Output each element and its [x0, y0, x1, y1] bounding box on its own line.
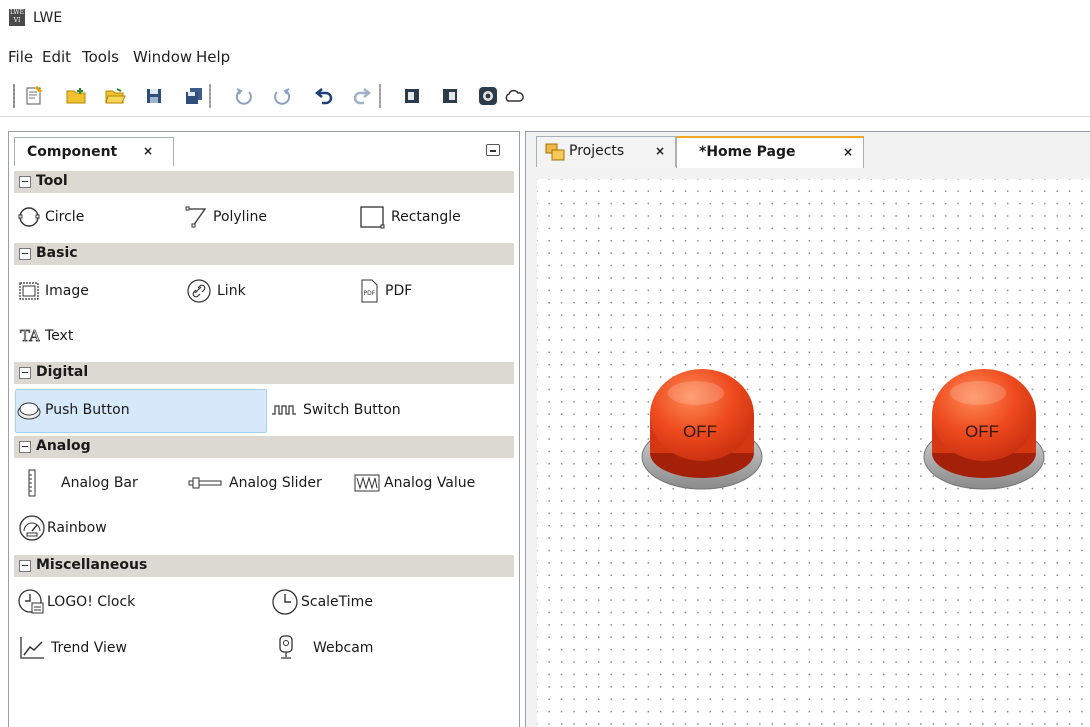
menu-help[interactable]: Help	[196, 48, 230, 66]
new-file-icon[interactable]	[22, 84, 46, 108]
minimize-panel-button[interactable]	[486, 144, 500, 156]
component-switch-button[interactable]: Switch Button	[271, 398, 401, 422]
save-all-icon[interactable]	[182, 84, 206, 108]
menu-window[interactable]: Window	[133, 48, 192, 66]
toolbar-separator	[379, 84, 381, 108]
export-icon[interactable]	[438, 84, 462, 108]
device-icon[interactable]	[400, 84, 424, 108]
component-link[interactable]: Link	[185, 279, 246, 303]
collapse-icon[interactable]	[19, 248, 31, 260]
save-icon[interactable]	[142, 84, 166, 108]
image-icon	[17, 279, 41, 303]
toolbar-divider	[0, 116, 1090, 117]
pdf-icon: PDF	[357, 279, 381, 303]
category-digital[interactable]: Digital	[14, 362, 514, 384]
new-project-icon[interactable]	[64, 84, 88, 108]
tab-component[interactable]: Component ×	[14, 137, 174, 166]
svg-text:PDF: PDF	[364, 290, 376, 297]
rotate-left-icon[interactable]	[232, 84, 256, 108]
component-rainbow[interactable]: Rainbow	[17, 515, 107, 541]
circle-icon	[17, 205, 41, 229]
switch-button-icon	[271, 398, 301, 422]
projects-folder-icon	[545, 143, 565, 165]
component-webcam[interactable]: Webcam	[271, 635, 373, 660]
component-analog-slider[interactable]: Analog Slider	[185, 471, 322, 495]
component-analog-value[interactable]: Analog Value	[354, 471, 475, 495]
window-title: LWE	[33, 10, 63, 26]
menu-tools[interactable]: Tools	[82, 48, 119, 66]
webcam-icon	[271, 635, 301, 660]
open-folder-icon[interactable]	[103, 84, 127, 108]
title-bar: LWE VI LWE	[0, 0, 1090, 40]
component-rectangle[interactable]: Rectangle	[357, 205, 461, 229]
panel-tab-bar: Component ×	[9, 132, 519, 166]
link-icon	[185, 279, 213, 303]
collapse-icon[interactable]	[19, 367, 31, 379]
push-button-state-label: OFF	[965, 422, 999, 441]
editor-area: Projects × *Home Page × OFF OFF	[525, 131, 1090, 727]
category-miscellaneous[interactable]: Miscellaneous	[14, 555, 514, 577]
tab-projects[interactable]: Projects ×	[536, 136, 676, 167]
toolbar-grip[interactable]	[13, 84, 15, 108]
toolbar-separator	[209, 84, 211, 108]
collapse-icon[interactable]	[19, 176, 31, 188]
push-button-widget[interactable]: OFF	[638, 365, 766, 499]
simulate-icon[interactable]	[476, 84, 500, 108]
category-basic[interactable]: Basic	[14, 243, 514, 265]
menu-edit[interactable]: Edit	[42, 48, 71, 66]
tab-home-page-close-button[interactable]: ×	[843, 145, 853, 159]
collapse-icon[interactable]	[19, 441, 31, 453]
toolbar	[0, 80, 1090, 114]
component-push-button[interactable]: Push Button	[17, 398, 130, 422]
polyline-icon	[185, 205, 209, 229]
component-circle[interactable]: Circle	[17, 205, 84, 229]
component-text[interactable]: TA Text	[17, 324, 74, 348]
clock-icon	[17, 589, 45, 614]
collapse-icon[interactable]	[19, 560, 31, 572]
component-analog-bar[interactable]: Analog Bar	[17, 469, 138, 497]
tab-component-close-button[interactable]: ×	[143, 144, 153, 158]
tab-projects-close-button[interactable]: ×	[655, 144, 665, 158]
category-analog[interactable]: Analog	[14, 436, 514, 458]
analog-slider-icon	[185, 471, 225, 495]
component-image[interactable]: Image	[17, 279, 89, 303]
redo-icon[interactable]	[350, 84, 374, 108]
component-scaletime[interactable]: ScaleTime	[271, 589, 373, 615]
trend-chart-icon	[17, 636, 47, 660]
tab-component-label: Component	[27, 144, 118, 160]
component-polyline[interactable]: Polyline	[185, 205, 267, 229]
component-trend-view[interactable]: Trend View	[17, 636, 127, 660]
svg-text:TA: TA	[20, 327, 40, 345]
text-icon: TA	[17, 324, 41, 348]
tab-home-page[interactable]: *Home Page ×	[676, 136, 864, 168]
component-logo-clock[interactable]: LOGO! Clock	[17, 589, 135, 614]
design-canvas[interactable]: OFF OFF	[537, 179, 1090, 727]
push-button-icon	[17, 398, 41, 422]
category-tool[interactable]: Tool	[14, 171, 514, 193]
push-button-widget[interactable]: OFF	[920, 365, 1048, 499]
undo-icon[interactable]	[312, 84, 336, 108]
rainbow-gauge-icon	[17, 515, 47, 541]
rotate-right-icon[interactable]	[270, 84, 294, 108]
cloud-icon[interactable]	[502, 84, 526, 108]
app-logo-icon: LWE VI	[9, 9, 25, 26]
scaletime-clock-icon	[271, 589, 299, 615]
component-pdf[interactable]: PDF PDF	[357, 279, 412, 303]
menu-file[interactable]: File	[8, 48, 33, 66]
analog-value-icon	[354, 471, 380, 495]
push-button-state-label: OFF	[683, 422, 717, 441]
rectangle-icon	[357, 205, 387, 229]
component-panel: Component × Tool Circle Polyline Rectang…	[8, 131, 520, 727]
analog-bar-icon	[17, 469, 57, 497]
